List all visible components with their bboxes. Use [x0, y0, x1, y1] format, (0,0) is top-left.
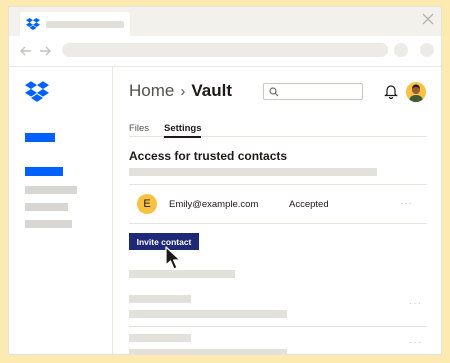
- main-content: Home › Vault Files Settings Access for tru…: [113, 67, 441, 354]
- search-input[interactable]: [263, 83, 363, 100]
- contact-initial: E: [137, 194, 157, 214]
- sidebar-item-selected[interactable]: [25, 167, 63, 176]
- arrow-left-icon[interactable]: [19, 44, 33, 58]
- divider: [129, 326, 427, 327]
- browser-window: Home › Vault Files Settings Access for tru…: [8, 6, 442, 355]
- list-item-subtitle-placeholder: [129, 310, 287, 318]
- profile-button[interactable]: [420, 43, 434, 57]
- settings-tabs: Files Settings: [129, 123, 427, 138]
- sidebar-item[interactable]: [25, 203, 68, 211]
- breadcrumb-current: Vault: [191, 81, 232, 100]
- list-item-title-placeholder: [129, 295, 191, 303]
- dropbox-icon[interactable]: [25, 81, 49, 107]
- arrow-right-icon[interactable]: [38, 44, 52, 58]
- sidebar-item[interactable]: [25, 186, 77, 194]
- more-options-icon[interactable]: ···: [409, 337, 422, 348]
- url-field[interactable]: [62, 43, 388, 57]
- description-placeholder: [129, 168, 377, 176]
- list-item-subtitle-placeholder: [129, 349, 287, 354]
- dropbox-icon: [26, 17, 40, 35]
- list-item-title-placeholder: [129, 334, 191, 342]
- avatar[interactable]: [406, 82, 426, 102]
- contact-row: E Emily@example.com Accepted ···: [129, 184, 427, 224]
- contact-status: Accepted: [289, 199, 329, 210]
- browser-tab-bar: [9, 7, 441, 36]
- extension-button[interactable]: [394, 43, 408, 57]
- address-bar: [9, 36, 441, 67]
- sidebar-item-active[interactable]: [25, 133, 55, 142]
- more-options-icon[interactable]: ···: [409, 298, 422, 309]
- list-placeholder: [129, 270, 235, 278]
- breadcrumb: Home › Vault: [129, 81, 232, 101]
- browser-tab[interactable]: [20, 12, 130, 36]
- more-options-icon[interactable]: ···: [400, 198, 413, 209]
- tab-settings[interactable]: Settings: [164, 123, 202, 138]
- invite-contact-button[interactable]: Invite contact: [129, 233, 199, 250]
- sidebar: [9, 67, 113, 354]
- sidebar-item[interactable]: [25, 220, 72, 228]
- section-title: Access for trusted contacts: [129, 149, 288, 163]
- tab-title-placeholder: [46, 21, 124, 28]
- bell-icon[interactable]: [384, 83, 398, 104]
- breadcrumb-separator: ›: [180, 83, 186, 100]
- tab-files[interactable]: Files: [129, 123, 149, 134]
- breadcrumb-home[interactable]: Home: [129, 81, 174, 100]
- contact-email: Emily@example.com: [169, 199, 259, 210]
- close-icon[interactable]: [421, 12, 435, 26]
